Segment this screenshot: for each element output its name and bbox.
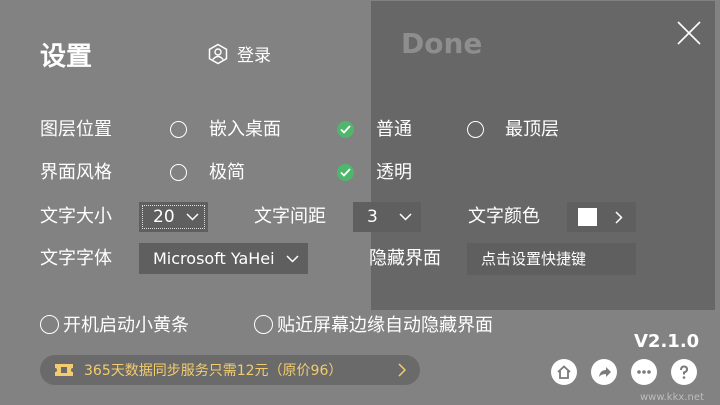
text-color-label: 文字颜色 bbox=[468, 206, 540, 227]
check-icon bbox=[340, 125, 351, 134]
close-button[interactable] bbox=[676, 20, 702, 46]
layer-option-embed-label[interactable]: 嵌入桌面 bbox=[209, 118, 281, 142]
home-button[interactable] bbox=[551, 359, 577, 385]
close-icon bbox=[677, 21, 701, 45]
more-icon bbox=[637, 370, 651, 374]
home-icon bbox=[557, 365, 571, 379]
layer-option-embed-radio[interactable] bbox=[170, 121, 187, 138]
font-size-label: 文字大小 bbox=[40, 206, 112, 227]
help-button[interactable] bbox=[671, 359, 697, 385]
text-color-picker[interactable] bbox=[567, 202, 636, 232]
preview-done-text: Done bbox=[401, 27, 483, 60]
login-button[interactable]: 登录 bbox=[207, 41, 271, 66]
autostart-checkbox[interactable]: 开机启动小黄条 bbox=[40, 314, 189, 338]
autostart-label: 开机启动小黄条 bbox=[63, 315, 189, 336]
watermark: www.kkx.net bbox=[640, 392, 704, 403]
chevron-right-icon bbox=[615, 211, 623, 224]
chevron-down-icon bbox=[186, 213, 199, 221]
color-swatch bbox=[578, 208, 597, 226]
check-icon bbox=[340, 168, 351, 177]
layer-option-normal-label[interactable]: 普通 bbox=[376, 118, 412, 142]
login-label: 登录 bbox=[237, 46, 271, 66]
chevron-down-icon bbox=[286, 254, 299, 263]
edge-hide-label: 贴近屏幕边缘自动隐藏界面 bbox=[277, 315, 493, 336]
letter-spacing-value: 3 bbox=[367, 207, 378, 227]
style-option-transparent-label[interactable]: 透明 bbox=[376, 161, 412, 185]
font-size-value: 20 bbox=[153, 207, 175, 227]
letter-spacing-select[interactable]: 3 bbox=[353, 202, 421, 232]
style-option-minimal-radio[interactable] bbox=[170, 164, 187, 181]
checkbox-circle-icon bbox=[254, 315, 273, 334]
checkbox-circle-icon bbox=[40, 315, 59, 334]
promo-banner[interactable]: 365天数据同步服务只需12元（原价96） bbox=[40, 355, 420, 385]
hotkey-input[interactable]: 点击设置快捷键 bbox=[467, 243, 636, 275]
hide-ui-label: 隐藏界面 bbox=[369, 248, 441, 269]
promo-text: 365天数据同步服务只需12元（原价96） bbox=[84, 363, 343, 379]
ui-style-label: 界面风格 bbox=[40, 162, 112, 183]
share-icon bbox=[599, 367, 611, 377]
ticket-icon bbox=[55, 364, 73, 376]
chevron-down-icon bbox=[399, 213, 412, 221]
share-button[interactable] bbox=[591, 359, 617, 385]
chevron-right-icon bbox=[398, 363, 406, 377]
font-family-label: 文字字体 bbox=[40, 248, 112, 269]
font-family-value: Microsoft YaHei bbox=[153, 249, 275, 268]
layer-position-label: 图层位置 bbox=[40, 119, 112, 140]
font-size-select[interactable]: 20 bbox=[139, 202, 208, 232]
letter-spacing-label: 文字间距 bbox=[254, 206, 326, 227]
style-option-minimal-label[interactable]: 极简 bbox=[209, 161, 245, 185]
layer-option-top-radio[interactable] bbox=[467, 121, 484, 138]
more-button[interactable] bbox=[631, 359, 657, 385]
layer-option-top-label[interactable]: 最顶层 bbox=[505, 118, 559, 142]
edge-hide-checkbox[interactable]: 贴近屏幕边缘自动隐藏界面 bbox=[254, 314, 493, 338]
page-title: 设置 bbox=[40, 42, 93, 72]
user-icon bbox=[208, 43, 228, 64]
layer-option-normal-radio[interactable] bbox=[337, 121, 354, 138]
font-family-select[interactable]: Microsoft YaHei bbox=[139, 243, 308, 274]
help-icon bbox=[680, 365, 689, 379]
version-label: V2.1.0 bbox=[634, 331, 700, 352]
style-option-transparent-radio[interactable] bbox=[337, 164, 354, 181]
